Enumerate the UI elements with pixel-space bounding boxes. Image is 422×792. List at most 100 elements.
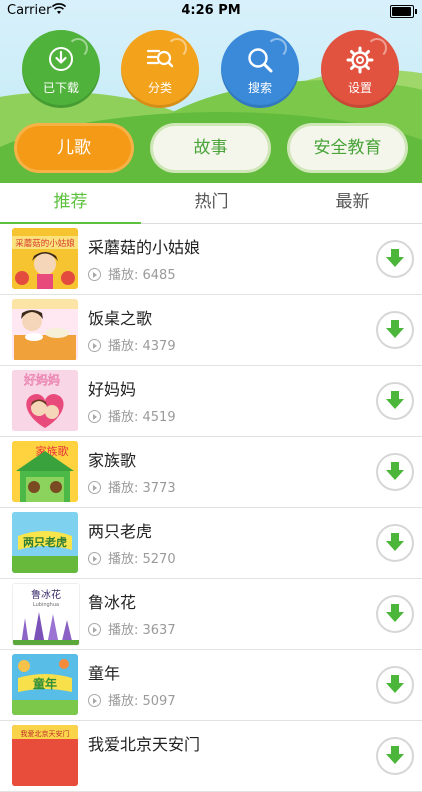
header-banner: Carrier 4:26 PM 已下载 分类 搜索 设置 儿歌 故事 安全教育 bbox=[0, 0, 422, 183]
search-icon bbox=[248, 48, 273, 73]
list-item[interactable]: 鲁冰花 Lubinghua 鲁冰花 播放: 3637 bbox=[0, 579, 422, 650]
category-button[interactable]: 分类 bbox=[121, 30, 199, 108]
song-thumbnail: 两只老虎 bbox=[12, 512, 78, 573]
song-thumbnail bbox=[12, 299, 78, 360]
play-count-text: 播放: 5097 bbox=[108, 694, 176, 709]
download-button[interactable] bbox=[376, 737, 414, 775]
category-list-icon bbox=[146, 49, 174, 68]
svg-text:好妈妈: 好妈妈 bbox=[24, 373, 60, 387]
download-arrow-icon bbox=[386, 462, 404, 480]
song-title: 我爱北京天安门 bbox=[88, 735, 201, 754]
downloaded-label: 已下载 bbox=[42, 81, 79, 95]
clock: 4:26 PM bbox=[181, 3, 241, 18]
play-count-icon bbox=[88, 481, 101, 494]
song-title: 家族歌 bbox=[88, 451, 137, 470]
category-pill-nursery-rhymes[interactable]: 儿歌 bbox=[17, 126, 131, 170]
download-arrow-icon bbox=[386, 249, 404, 267]
dining-table-illustration bbox=[12, 299, 78, 360]
category-pill-safety-education[interactable]: 安全教育 bbox=[290, 126, 405, 170]
play-count: 播放: 5097 bbox=[88, 690, 176, 709]
settings-label: 设置 bbox=[347, 81, 372, 95]
download-arrow-icon bbox=[386, 533, 404, 551]
download-arrow-icon bbox=[386, 746, 404, 764]
play-count-text: 播放: 3637 bbox=[108, 623, 176, 638]
download-arrow-icon bbox=[386, 320, 404, 338]
song-title: 童年 bbox=[88, 664, 121, 683]
play-count-icon bbox=[88, 410, 101, 423]
play-count: 播放: 4519 bbox=[88, 406, 176, 425]
play-count: 播放: 5270 bbox=[88, 548, 176, 567]
play-count-icon bbox=[88, 552, 101, 565]
list-item[interactable]: 童年 童年 播放: 5097 bbox=[0, 650, 422, 721]
list-item[interactable]: 饭桌之歌 播放: 4379 bbox=[0, 295, 422, 366]
tiananmen-illustration: 我爱北京天安门 bbox=[12, 725, 78, 786]
song-thumbnail: 家族歌 bbox=[12, 441, 78, 502]
song-thumbnail: 童年 bbox=[12, 654, 78, 715]
settings-button[interactable]: 设置 bbox=[321, 30, 399, 108]
download-arrow-icon bbox=[386, 391, 404, 409]
battery-icon bbox=[390, 5, 417, 18]
list-item[interactable]: 家族歌 家族歌 播放: 3773 bbox=[0, 437, 422, 508]
category-pill-stories[interactable]: 故事 bbox=[153, 126, 268, 170]
childhood-illustration: 童年 bbox=[12, 654, 78, 715]
download-button[interactable] bbox=[376, 311, 414, 349]
song-title: 饭桌之歌 bbox=[88, 309, 153, 328]
download-arrow-icon bbox=[386, 604, 404, 622]
play-count-text: 播放: 5270 bbox=[108, 552, 176, 567]
list-item[interactable]: 我爱北京天安门 我爱北京天安门 bbox=[0, 721, 422, 792]
svg-text:我爱北京天安门: 我爱北京天安门 bbox=[21, 729, 70, 738]
download-button[interactable] bbox=[376, 453, 414, 491]
song-thumbnail: 采蘑菇的小姑娘 bbox=[12, 228, 78, 289]
play-count-icon bbox=[88, 339, 101, 352]
song-title: 鲁冰花 bbox=[88, 593, 137, 612]
play-count: 播放: 3637 bbox=[88, 619, 176, 638]
song-title: 采蘑菇的小姑娘 bbox=[88, 238, 201, 257]
lupine-flowers-illustration: 鲁冰花 Lubinghua bbox=[13, 584, 79, 645]
mother-child-illustration: 好妈妈 bbox=[12, 370, 78, 431]
tab-popular[interactable]: 热门 bbox=[141, 183, 282, 223]
download-button[interactable] bbox=[376, 240, 414, 278]
list-item[interactable]: 好妈妈 好妈妈 播放: 4519 bbox=[0, 366, 422, 437]
play-count: 播放: 3773 bbox=[88, 477, 176, 496]
downloaded-button[interactable]: 已下载 bbox=[22, 30, 100, 108]
play-count-text: 播放: 4519 bbox=[108, 410, 176, 425]
search-label: 搜索 bbox=[247, 81, 272, 95]
play-count-text: 播放: 4379 bbox=[108, 339, 176, 354]
svg-text:童年: 童年 bbox=[33, 676, 57, 691]
status-bar: Carrier 4:26 PM bbox=[0, 0, 422, 22]
play-count: 播放: 6485 bbox=[88, 264, 176, 283]
svg-text:两只老虎: 两只老虎 bbox=[23, 535, 67, 549]
list-item[interactable]: 采蘑菇的小姑娘 采蘑菇的小姑娘 播放: 6485 bbox=[0, 224, 422, 295]
search-button[interactable]: 搜索 bbox=[221, 30, 299, 108]
list-item[interactable]: 两只老虎 两只老虎 播放: 5270 bbox=[0, 508, 422, 579]
category-label: 分类 bbox=[147, 81, 172, 95]
play-count-icon bbox=[88, 694, 101, 707]
song-list: 采蘑菇的小姑娘 采蘑菇的小姑娘 播放: 6485 饭桌之歌 播放: 4379 好… bbox=[0, 224, 422, 792]
family-house-illustration: 家族歌 bbox=[12, 441, 78, 502]
download-button[interactable] bbox=[376, 666, 414, 704]
download-button[interactable] bbox=[376, 382, 414, 420]
download-button[interactable] bbox=[376, 595, 414, 633]
tab-bar: 推荐 热门 最新 bbox=[0, 183, 422, 224]
play-count-icon bbox=[88, 623, 101, 636]
svg-text:采蘑菇的小姑娘: 采蘑菇的小姑娘 bbox=[15, 238, 75, 249]
download-arrow-icon bbox=[386, 675, 404, 693]
play-count: 播放: 4379 bbox=[88, 335, 176, 354]
play-count-icon bbox=[88, 268, 101, 281]
tab-latest[interactable]: 最新 bbox=[282, 183, 422, 223]
girl-illustration: 采蘑菇的小姑娘 bbox=[12, 228, 78, 289]
song-title: 两只老虎 bbox=[88, 522, 153, 541]
play-count-text: 播放: 3773 bbox=[108, 481, 176, 496]
song-thumbnail: 好妈妈 bbox=[12, 370, 78, 431]
download-icon bbox=[49, 47, 73, 71]
gear-icon bbox=[346, 46, 374, 74]
play-count-text: 播放: 6485 bbox=[108, 268, 176, 283]
song-thumbnail: 我爱北京天安门 bbox=[12, 725, 78, 786]
song-title: 好妈妈 bbox=[88, 380, 137, 399]
svg-text:鲁冰花: 鲁冰花 bbox=[31, 588, 61, 601]
svg-text:Lubinghua: Lubinghua bbox=[33, 602, 59, 608]
tab-recommended[interactable]: 推荐 bbox=[0, 183, 141, 223]
download-button[interactable] bbox=[376, 524, 414, 562]
two-tigers-illustration: 两只老虎 bbox=[12, 512, 78, 573]
song-thumbnail: 鲁冰花 Lubinghua bbox=[12, 583, 80, 646]
